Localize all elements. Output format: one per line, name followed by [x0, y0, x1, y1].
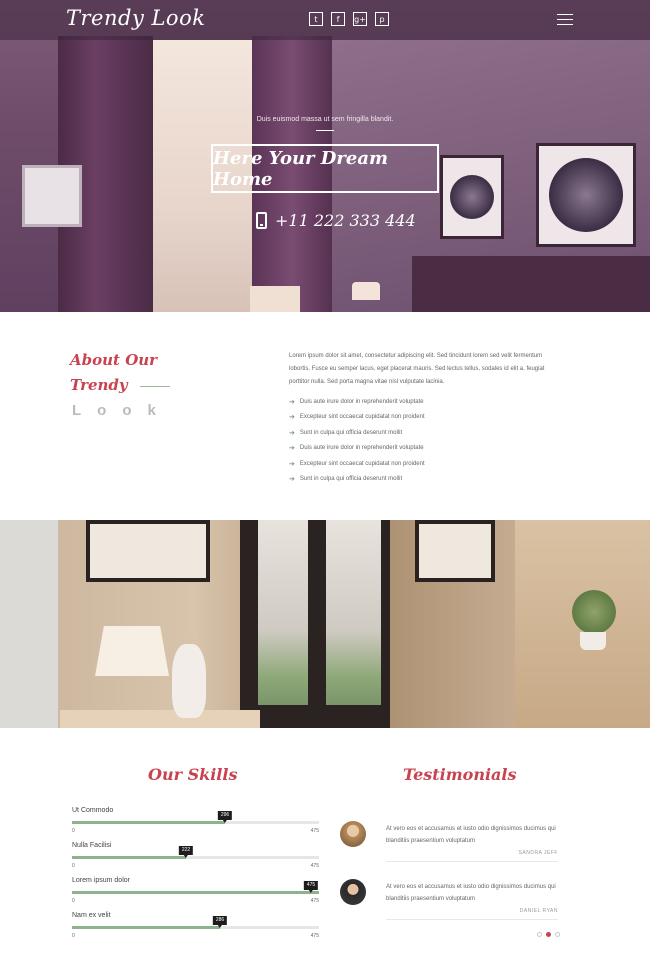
interior-door-glass — [326, 520, 381, 705]
hero-title-box: Here Your Dream Home — [211, 144, 439, 193]
arrow-icon: ➔ — [289, 414, 295, 422]
skills-title: Our Skills — [148, 765, 238, 784]
skill-track: 286 — [72, 916, 319, 929]
hero-title: Here Your Dream Home — [213, 147, 389, 190]
interior-plant — [572, 590, 616, 634]
hero-background-armchair — [250, 286, 300, 312]
skill-fill — [72, 821, 225, 824]
carousel-dot[interactable] — [537, 932, 542, 937]
interior-photo — [0, 520, 650, 728]
testimonial-quote: At vero eos et accusamus et iusto odio d… — [386, 826, 556, 844]
site-logo[interactable]: Trendy Look — [66, 6, 205, 30]
skill-fill — [72, 891, 319, 894]
skill-value-bubble: 286 — [212, 916, 228, 928]
twitter-icon[interactable]: t — [309, 12, 323, 26]
hamburger-menu-icon[interactable] — [557, 14, 573, 25]
skill-max: 475 — [310, 898, 319, 904]
list-item: ➔ Duis aute irure dolor in reprehenderit … — [289, 445, 424, 453]
carousel-dot[interactable] — [555, 932, 560, 937]
skill-fill — [72, 856, 186, 859]
interior-wall-frame — [86, 520, 210, 582]
skill-min: 0 — [72, 898, 75, 904]
phone-icon — [256, 212, 267, 229]
skill-track: 222 — [72, 846, 319, 859]
hero-background-frame-large — [536, 143, 636, 247]
arrow-icon: ➔ — [289, 476, 295, 484]
interior-door-glass — [258, 520, 308, 705]
skill-value-bubble: 475 — [303, 881, 319, 893]
hero-tagline: Duis euismod massa ut sem fringilla blan… — [256, 116, 394, 123]
list-item: ➔ Sunt in culpa qui officia deserunt moll… — [289, 476, 403, 484]
skill-bar: Nam ex velit 286 0 475 — [72, 912, 319, 939]
hero-divider — [316, 130, 334, 131]
arrow-icon: ➔ — [289, 429, 295, 437]
about-list: ➔ Duis aute irure dolor in reprehenderit … — [289, 394, 425, 487]
about-heading-line1: About Our — [70, 351, 158, 369]
arrow-icon: ➔ — [289, 398, 295, 406]
carousel-dots — [537, 932, 560, 937]
interior-wall-frame-right — [415, 520, 495, 582]
skill-max: 475 — [310, 863, 319, 869]
interior-plant-pot — [580, 632, 606, 650]
interior-vase — [172, 644, 206, 718]
list-item: ➔ Excepteur sint occaecat cupidatat non p… — [289, 414, 425, 422]
hero-phone-number[interactable]: +11 222 333 444 — [275, 211, 416, 230]
skill-track: 475 — [72, 881, 319, 894]
about-divider — [140, 386, 170, 387]
interior-table — [60, 710, 260, 728]
hero-background-lamp — [352, 282, 380, 300]
list-item: ➔ Excepteur sint occaecat cupidatat non p… — [289, 460, 425, 468]
about-heading-line2: Trendy — [70, 376, 128, 394]
arrow-icon: ➔ — [289, 460, 295, 468]
arrow-icon: ➔ — [289, 445, 295, 453]
about-heading-line3: Look — [72, 402, 172, 419]
skill-value-bubble: 222 — [178, 846, 194, 858]
facebook-icon[interactable]: f — [331, 12, 345, 26]
skill-bar: Ut Commodo 296 0 475 — [72, 807, 319, 834]
testimonials-title: Testimonials — [403, 765, 517, 784]
skill-min: 0 — [72, 863, 75, 869]
interior-lampshade — [95, 626, 169, 676]
hero-background-bed — [412, 256, 650, 312]
skill-track: 296 — [72, 811, 319, 824]
testimonial-quote: At vero eos et accusamus et iusto odio d… — [386, 884, 556, 902]
skill-name: Nulla Facilisi — [72, 842, 112, 849]
testimonial-author: DANIEL RYAN — [519, 908, 558, 914]
carousel-dot[interactable] — [546, 932, 551, 937]
testimonial-divider — [386, 861, 558, 862]
list-item: ➔ Sunt in culpa qui officia deserunt moll… — [289, 429, 403, 437]
skill-min: 0 — [72, 933, 75, 939]
hero-section: Trendy Look t f g+ p Duis euismod massa … — [0, 0, 650, 312]
avatar — [340, 879, 366, 905]
skill-value-bubble: 296 — [217, 811, 233, 823]
avatar — [340, 821, 366, 847]
skill-bar: Lorem ipsum dolor 475 0 475 — [72, 877, 319, 904]
skill-max: 475 — [310, 828, 319, 834]
skill-name: Ut Commodo — [72, 807, 114, 814]
top-navigation-bar: Trendy Look t f g+ p — [0, 0, 650, 40]
hero-background-frame-small — [440, 155, 504, 239]
skill-fill — [72, 926, 220, 929]
skill-name: Lorem ipsum dolor — [72, 877, 130, 884]
hero-phone: +11 222 333 444 — [256, 211, 416, 230]
skill-min: 0 — [72, 828, 75, 834]
testimonial-divider — [386, 919, 558, 920]
testimonial-author: SANDRA JEFF — [518, 850, 558, 856]
list-item: ➔ Duis aute irure dolor in reprehenderit … — [289, 398, 424, 406]
pinterest-icon[interactable]: p — [375, 12, 389, 26]
skill-max: 475 — [310, 933, 319, 939]
interior-window-left — [0, 520, 58, 728]
about-paragraph: Lorem ipsum dolor sit amet, consectetur … — [289, 353, 545, 385]
social-links: t f g+ p — [309, 12, 389, 26]
google-plus-icon[interactable]: g+ — [353, 12, 367, 26]
hero-background-tv — [22, 165, 82, 227]
skill-bar: Nulla Facilisi 222 0 475 — [72, 842, 319, 869]
skill-name: Nam ex velit — [72, 912, 111, 919]
